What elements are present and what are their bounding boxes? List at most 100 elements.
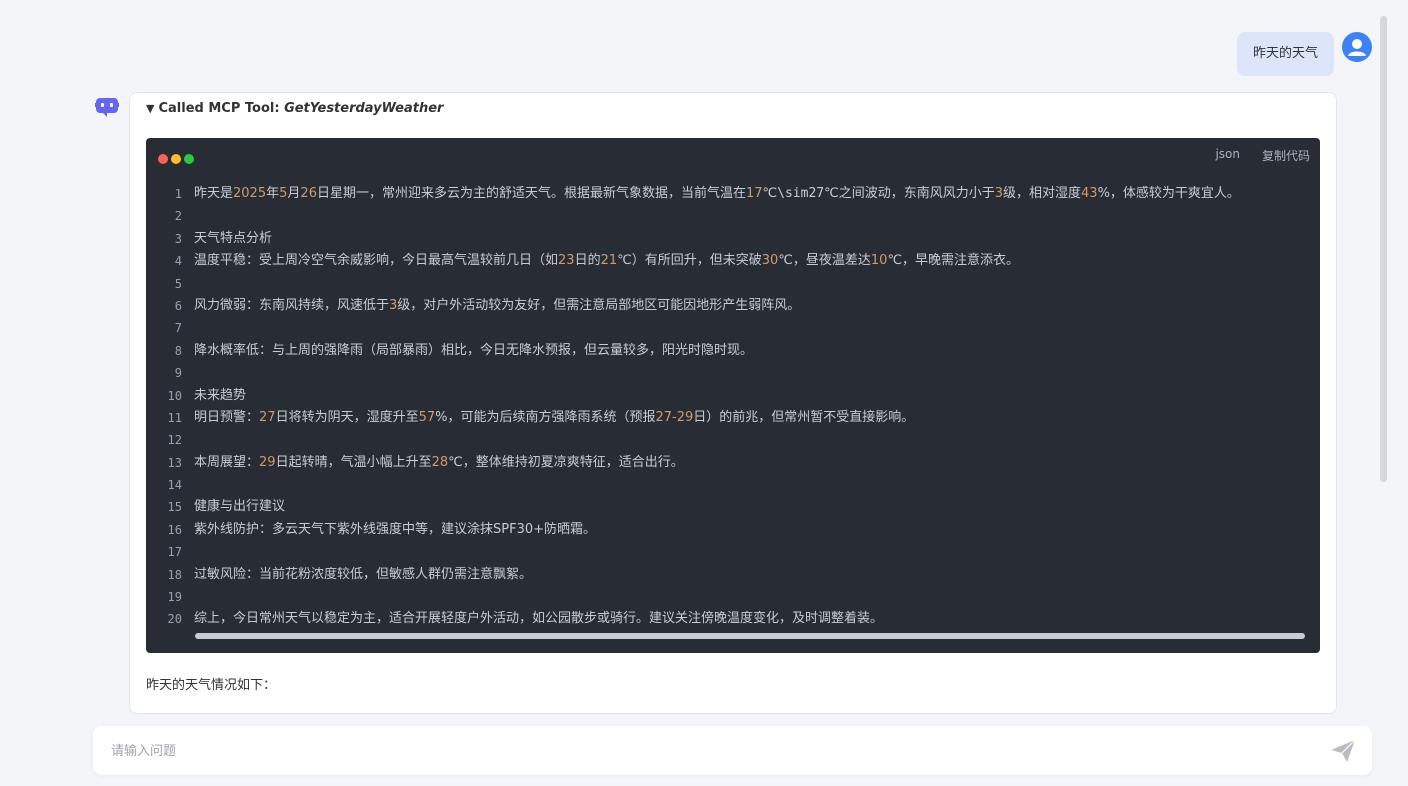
code-line: 18 过敏风险：当前花粉浓度较低，但敏感人群仍需注意飘絮。 [146,564,1320,586]
yellow-dot-icon [171,154,181,164]
line-number: 15 [167,500,182,515]
send-icon[interactable] [1330,739,1356,763]
code-line: 14 [146,474,1320,496]
line-number: 14 [167,478,182,493]
line-number: 18 [167,567,182,582]
bot-avatar-icon [95,96,119,118]
line-number: 4 [174,254,182,269]
code-text: 昨天是 [194,186,234,201]
code-text: ℃之间波动，东南风风力小于 [824,186,995,201]
line-text: 温度平稳：受上周冷空气余威影响，今日最高气温较前几日（如23日的21℃）有所回升… [194,250,1019,272]
line-text: 过敏风险：当前花粉浓度较低，但敏感人群仍需注意飘絮。 [194,564,532,586]
user-message-bubble: 昨天的天气 [1236,32,1334,76]
tool-call-name: GetYesterdayWeather [284,101,444,116]
line-number: 20 [167,612,182,627]
code-number: 3 [994,186,1003,201]
code-number: 27-29 [655,409,694,425]
code-number: 57 [418,409,436,425]
line-text: 昨天是2025年5月26日星期一，常州迎来多云为主的舒适天气。根据最新气象数据，… [194,183,1240,205]
code-text: 月 [287,186,301,201]
code-line: 12 [146,429,1320,451]
line-text: 综上，今日常州天气以稳定为主，适合开展轻度户外活动，如公园散步或骑行。建议关注傍… [194,608,883,630]
code-line: 9 [146,362,1320,384]
line-number: 19 [167,590,182,605]
code-number: 29 [259,454,276,470]
code-line: 15 健康与出行建议 [146,496,1320,518]
code-text: 日）的前兆，但常州暂不受直接影响。 [693,409,915,425]
code-line: 16 紫外线防护：多云天气下紫外线强度中等，建议涂抹SPF30+防晒霜。 [146,519,1320,541]
line-text: 本周展望：29日起转晴，气温小幅上升至28℃，整体维持初夏凉爽特征，适合出行。 [194,452,684,474]
line-number: 12 [167,433,182,448]
line-number: 1 [174,187,182,201]
code-line: 20 综上，今日常州天气以稳定为主，适合开展轻度户外活动，如公园散步或骑行。建议关… [146,608,1320,630]
triangle-down-icon: ▼ [146,102,155,115]
line-text: 明日预警：27日将转为阴天，湿度升至57%，可能为后续南方强降雨系统（预报27-… [194,407,914,429]
code-line: 8 降水概率低：与上周的强降雨（局部暴雨）相比，今日无降水预报，但云量较多，阳光时… [146,340,1320,362]
code-text: 过敏风险：当前花粉浓度较低，但敏感人群仍需注意飘絮。 [194,566,533,582]
code-number: 17 [745,186,763,201]
code-text: 明日预警： [194,409,260,425]
code-number: 10 [870,253,888,269]
answer-intro-text: 昨天的天气情况如下： [146,678,277,693]
code-line: 3 天气特点分析 [146,228,1320,250]
code-text: 级，对户外活动较为友好，但需注意局部地区可能因地形产生弱阵风。 [397,297,801,313]
code-number: 26 [300,186,317,201]
question-input[interactable] [109,726,1313,777]
tool-call-prefix: Called MCP Tool: [158,101,280,116]
code-line: 4 温度平稳：受上周冷空气余威影响，今日最高气温较前几日（如23日的21℃）有所回… [146,250,1320,272]
code-text: 年 [266,186,280,201]
code-number: 23 [558,253,575,269]
line-number: 13 [167,455,182,470]
code-number: 2025 [233,186,267,201]
code-number: 43 [1081,186,1098,201]
line-text: 天气特点分析 [194,228,272,250]
line-text: 未来趋势 [194,385,246,407]
code-text: 日起转晴，气温小幅上升至 [275,454,432,470]
code-line: 1 昨天是2025年5月26日星期一，常州迎来多云为主的舒适天气。根据最新气象数据… [146,183,1320,205]
code-lines: 1 昨天是2025年5月26日星期一，常州迎来多云为主的舒适天气。根据最新气象数据… [146,183,1320,631]
line-number: 8 [174,343,182,358]
chat-input-bar [93,726,1372,777]
code-number: 30 [761,253,779,269]
line-text: 风力微弱：东南风持续，风速低于3级，对户外活动较为友好，但需注意局部地区可能因地… [194,295,800,317]
copy-code-button[interactable]: 复制代码 [1262,147,1310,164]
code-text: 风力微弱：东南风持续，风速低于 [194,297,390,313]
tool-call-toggle[interactable]: ▼ Called MCP Tool: GetYesterdayWeather [146,101,443,116]
code-text: 本周展望： [194,454,260,470]
line-text: 降水概率低：与上周的强降雨（局部暴雨）相比，今日无降水预报，但云量较多，阳光时隐… [194,340,753,362]
line-number: 3 [174,231,182,246]
red-dot-icon [158,154,168,164]
line-number: 11 [167,410,182,425]
code-block: json 复制代码 1 昨天是2025年5月26日星期一，常州迎来多云为主的舒适天… [146,138,1320,653]
code-number: 28 [431,454,449,470]
line-number: 2 [174,209,182,224]
code-text: 温度平稳：受上周冷空气余威影响，今日最高气温较前几日（如 [194,253,559,269]
green-dot-icon [184,154,194,164]
code-language-label: json [1215,147,1240,161]
code-text: %，可能为后续南方强降雨系统（预报 [435,409,656,425]
code-text: 级，相对湿度 [1003,186,1082,201]
line-number: 10 [167,388,182,403]
code-text: ℃）有所回升，但未突破 [617,253,762,269]
code-number: 21 [600,253,618,269]
line-number: 7 [174,321,182,336]
code-text: 日将转为阴天，湿度升至 [275,409,419,425]
line-number: 16 [167,522,182,537]
code-text: 日的 [574,253,601,269]
code-line: 2 [146,205,1320,227]
code-text: 天气特点分析 [194,230,273,246]
code-text: 日星期一，常州迎来多云为主的舒适天气。根据最新气象数据，当前气温在 [316,186,746,201]
code-line: 17 [146,541,1320,563]
code-text: 未来趋势 [194,387,247,403]
code-number: 27 [259,409,276,425]
line-number: 5 [174,276,182,291]
code-line: 6 风力微弱：东南风持续，风速低于3级，对户外活动较为友好，但需注意局部地区可能因… [146,295,1320,317]
code-line: 11 明日预警：27日将转为阴天，湿度升至57%，可能为后续南方强降雨系统（预报2… [146,407,1320,429]
page-scrollbar[interactable] [1380,16,1387,482]
code-text: ℃，昼夜温差达 [778,253,871,269]
user-avatar-icon [1342,32,1372,62]
code-text: 健康与出行建议 [194,499,286,515]
code-horizontal-scrollbar[interactable] [195,633,1305,639]
code-text: 紫外线防护：多云天气下紫外线强度中等，建议涂抹SPF30+防晒霜。 [194,521,597,537]
code-text: ℃，早晚需注意添衣。 [887,253,1020,269]
